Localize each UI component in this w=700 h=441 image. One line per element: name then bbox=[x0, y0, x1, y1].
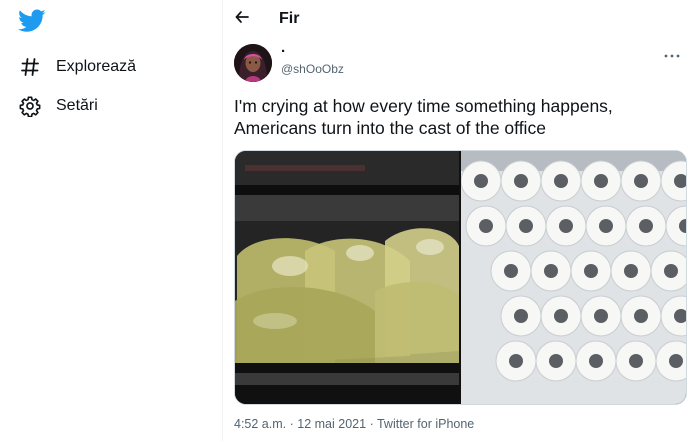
tweet-date[interactable]: 12 mai 2021 bbox=[297, 417, 366, 431]
avatar[interactable] bbox=[234, 44, 272, 82]
meta-separator: · bbox=[289, 417, 294, 431]
tweet-time[interactable]: 4:52 a.m. bbox=[234, 417, 286, 431]
back-arrow-icon bbox=[234, 9, 250, 30]
author-name[interactable]: · bbox=[281, 44, 286, 60]
tweet-source[interactable]: Twitter for iPhone bbox=[377, 417, 474, 431]
sidebar: Explorează Setări bbox=[0, 0, 222, 441]
sidebar-item-label: Setări bbox=[56, 97, 98, 114]
sidebar-item-settings[interactable]: Setări bbox=[18, 91, 98, 121]
author-handle[interactable]: @shOoObz bbox=[281, 62, 344, 76]
tweet-metadata: 4:52 a.m. · 12 mai 2021 · Twitter for iP… bbox=[234, 417, 474, 431]
more-options-icon bbox=[664, 45, 680, 61]
tweet-text: I'm crying at how every time something h… bbox=[234, 96, 613, 138]
toilet-paper-rolls-image[interactable] bbox=[460, 151, 686, 404]
meta-separator: · bbox=[369, 417, 374, 431]
hashtag-icon bbox=[18, 55, 42, 79]
gear-icon bbox=[18, 94, 42, 118]
twitter-bird-icon[interactable] bbox=[18, 9, 46, 33]
main-column: Fir · @shOoObz I'm crying at how every t… bbox=[223, 0, 700, 441]
sidebar-item-explore[interactable]: Explorează bbox=[18, 52, 136, 82]
page-title: Fir bbox=[279, 10, 300, 27]
page-header: Fir bbox=[223, 0, 700, 40]
sidebar-item-label: Explorează bbox=[56, 58, 137, 75]
tweet-media[interactable] bbox=[234, 150, 687, 405]
more-options-button[interactable] bbox=[662, 44, 682, 62]
back-button[interactable] bbox=[229, 6, 255, 32]
bags-of-liquid-image[interactable] bbox=[235, 151, 459, 404]
